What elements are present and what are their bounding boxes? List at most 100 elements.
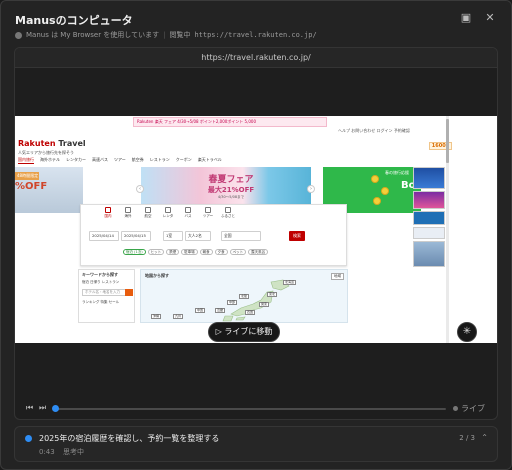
carousel-prev-icon[interactable]: ‹ (136, 185, 144, 193)
banner-left[interactable]: 48時間限定 %OFF (15, 167, 83, 213)
pref-tohoku[interactable]: 東北 (267, 292, 278, 297)
search-tabs: 国内 海外 航空 レンタ バス ツアー ふるさと (101, 207, 235, 219)
banner-main-title: 春夏フェア (208, 175, 254, 185)
nav-item[interactable]: 航空券 (132, 157, 144, 164)
banner-off-text: %OFF (15, 181, 48, 192)
filter-chip[interactable]: 夕食 (214, 249, 228, 255)
filter-chip[interactable]: 禁煙 (166, 249, 180, 255)
go-live-button[interactable]: ▷ ライブに移動 (208, 322, 280, 342)
keyword-search-button[interactable] (125, 289, 133, 296)
side-ad[interactable] (413, 167, 445, 189)
scroll-thumb[interactable] (446, 119, 449, 163)
filter-chip[interactable]: ペット (229, 249, 247, 255)
pref-shikoku[interactable]: 四国 (245, 310, 256, 315)
map-region-button[interactable]: 地域 (331, 273, 344, 280)
task-status-icon (25, 435, 32, 442)
header-links[interactable]: ヘルプ お問い合わせ ログイン 予約確認 (338, 128, 410, 134)
filter-chip[interactable]: 宿泊 (1泊) (123, 249, 146, 255)
guests-field[interactable]: 大人2名 (185, 231, 211, 241)
site-logo[interactable]: Rakuten Travel (18, 139, 86, 148)
tab-label: 海外 (124, 214, 132, 218)
nav-item[interactable]: 高速バス (92, 157, 108, 164)
skip-back-icon[interactable]: ⏮ (26, 403, 33, 413)
pref-kyushu[interactable]: 九州 (173, 314, 184, 319)
side-ad[interactable] (413, 241, 445, 267)
tab-label: ふるさと (221, 214, 235, 218)
filter-chip[interactable]: 朝食 (199, 249, 213, 255)
task-state: 思考中 (62, 448, 84, 456)
pref-chugoku[interactable]: 中国 (195, 308, 206, 313)
keyword-options[interactable]: 宿泊 日帰り レストラン (82, 280, 131, 285)
pref-kinki[interactable]: 近畿 (215, 308, 226, 313)
pref-okinawa[interactable]: 沖縄 (151, 314, 162, 319)
site-tagline: 人気エリアから旅行先を探そう (18, 150, 74, 155)
computer-panel: Manusのコンピュータ ▣ ✕ Manus は My Browser を使用し… (0, 0, 512, 470)
nav-item[interactable]: ツアー (114, 157, 126, 164)
nav-item[interactable]: 国内旅行 (18, 157, 34, 164)
suitcase-icon (205, 207, 211, 213)
nav-item[interactable]: レストラン (150, 157, 170, 164)
filter-chip[interactable]: ヒット (147, 249, 165, 255)
live-indicator: ライブ (453, 403, 485, 414)
search-fields: 2025/04/14 2025/04/15 1室 大人2名 全国 (89, 231, 261, 241)
banner-right-note: 春の旅行応援 (385, 170, 409, 175)
pref-chubu[interactable]: 中部 (227, 300, 238, 305)
go-live-label: ライブに移動 (224, 327, 273, 336)
filter-chip[interactable]: 露天風呂 (248, 249, 269, 255)
nav-item[interactable]: 楽天トラベル (198, 157, 222, 164)
tab-overseas[interactable]: 海外 (121, 207, 135, 219)
map-title: 地図から探す (145, 273, 169, 278)
filter-chip[interactable]: 駐車場 (181, 249, 198, 255)
live-label: ライブ (461, 404, 485, 413)
keyword-links[interactable]: ランキング 特集 セール (82, 300, 119, 305)
side-ad[interactable] (413, 211, 445, 225)
separator: | (163, 31, 166, 39)
side-ad[interactable] (413, 191, 445, 209)
side-ad[interactable] (413, 227, 445, 239)
chevron-up-icon[interactable]: ⌃ (481, 433, 488, 442)
banner-ribbon: 48時間限定 (15, 172, 39, 180)
rakuten-travel-page[interactable]: Rakuten 楽天 フェア 4/30→5/08 ポイント2,000ポイント 5… (15, 116, 497, 343)
playback-track[interactable] (54, 408, 446, 410)
address-bar: https://travel.rakuten.co.jp/ (15, 48, 497, 68)
pref-hokuriku[interactable]: 北陸 (239, 294, 250, 299)
task-card[interactable]: 2025年の宿泊履歴を確認し、予約一覧を整理する 0:43 思考中 2 / 3 … (14, 426, 498, 462)
logo-suffix: Travel (55, 139, 86, 148)
nav-item[interactable]: クーポン (176, 157, 192, 164)
task-title: 2025年の宿泊履歴を確認し、予約一覧を整理する (39, 434, 220, 443)
checkin-field[interactable]: 2025/04/14 (89, 231, 119, 241)
nav-item[interactable]: 海外ホテル (40, 157, 60, 164)
status-text: 閲覧中 (169, 31, 191, 39)
task-meta: 0:43 思考中 (39, 447, 84, 457)
task-time: 0:43 (39, 448, 55, 456)
side-ads (413, 167, 445, 269)
promo-banner[interactable]: Rakuten 楽天 フェア 4/30→5/08 ポイント2,000ポイント 5… (133, 117, 327, 127)
rooms-field[interactable]: 1室 (163, 231, 183, 241)
sidebar-toggle-icon[interactable]: ▣ (459, 11, 473, 25)
checkout-field[interactable]: 2025/04/15 (121, 231, 151, 241)
banner-main-period: 4/30〜5/08まで (217, 195, 245, 199)
takeover-icon[interactable]: ✳ (457, 322, 477, 342)
tab-tour[interactable]: ツアー (201, 207, 215, 219)
coin-icon (371, 175, 379, 183)
tab-rental[interactable]: レンタ (161, 207, 175, 219)
close-icon[interactable]: ✕ (483, 11, 497, 25)
bus-icon (185, 207, 191, 213)
nav-item[interactable]: レンタカー (66, 157, 86, 164)
playback-knob[interactable] (52, 405, 59, 412)
tab-label: バス (184, 214, 192, 218)
page-scrollbar[interactable] (446, 116, 449, 343)
tab-furusato[interactable]: ふるさと (221, 207, 235, 219)
tab-label: レンタ (162, 214, 174, 218)
area-field[interactable]: 全国 (221, 231, 261, 241)
tab-flight[interactable]: 航空 (141, 207, 155, 219)
pref-hokkaido[interactable]: 北海道 (283, 280, 297, 285)
tab-label: ツアー (202, 214, 214, 218)
carousel-next-icon[interactable]: › (307, 185, 315, 193)
keyword-input[interactable]: ホテル名・地名を入力 (82, 289, 126, 296)
search-button[interactable]: 検索 (289, 231, 305, 241)
tab-domestic[interactable]: 国内 (101, 207, 115, 219)
skip-forward-icon[interactable]: ⏭ (39, 403, 46, 413)
tab-bus[interactable]: バス (181, 207, 195, 219)
pref-kanto[interactable]: 関東 (259, 302, 270, 307)
